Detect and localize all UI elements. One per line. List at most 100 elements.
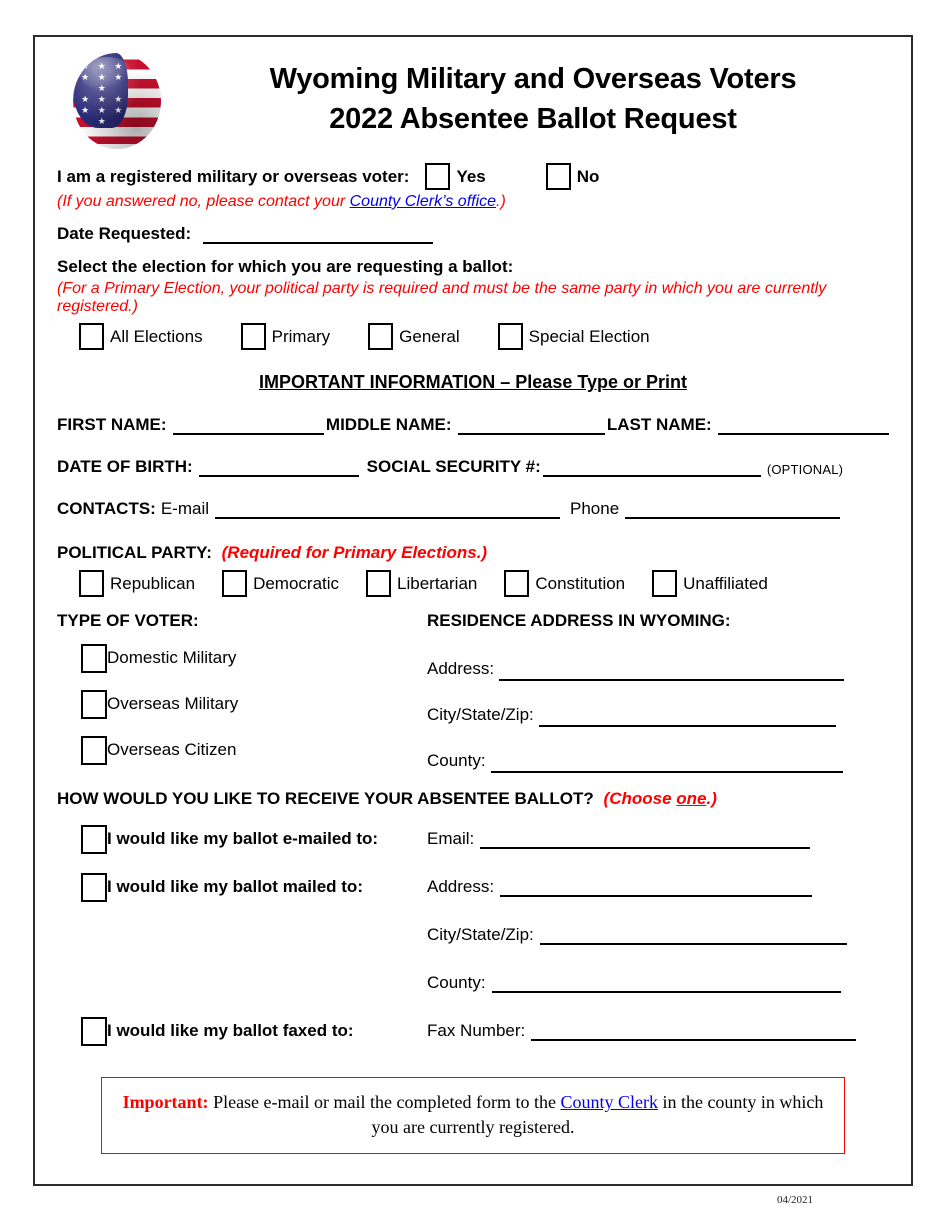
checkbox-libertarian[interactable] xyxy=(366,570,392,597)
checkbox-democratic[interactable] xyxy=(222,570,248,597)
label-all-elections: All Elections xyxy=(110,326,203,346)
delivery-mail-county-input[interactable] xyxy=(491,977,841,993)
checkbox-constitution[interactable] xyxy=(504,570,530,597)
delivery-row-email[interactable]: I would like my ballot e-mailed to: Emai… xyxy=(57,815,889,863)
election-option-special[interactable]: Special Election xyxy=(497,323,650,350)
party-option-democratic[interactable]: Democratic xyxy=(222,570,339,597)
delivery-row-mail[interactable]: I would like my ballot mailed to: Addres… xyxy=(57,863,889,911)
last-name-label: LAST NAME: xyxy=(606,415,712,434)
delivery-note-suffix: .) xyxy=(706,789,717,808)
checkbox-overseas-citizen[interactable] xyxy=(81,735,107,765)
county-clerk-link[interactable]: County Clerk xyxy=(560,1092,658,1112)
middle-name-input[interactable] xyxy=(457,419,605,435)
residence-county-label: County: xyxy=(427,751,486,770)
election-option-all[interactable]: All Elections xyxy=(79,323,203,350)
note-suffix: .) xyxy=(496,193,506,210)
checkbox-domestic-military[interactable] xyxy=(81,643,107,673)
contacts-label: CONTACTS: xyxy=(57,499,156,518)
ssn-input[interactable] xyxy=(542,461,761,477)
ssn-optional-note: (OPTIONAL) xyxy=(766,462,844,477)
form-body: I am a registered military or overseas v… xyxy=(35,163,911,1154)
delivery-mail-address-input[interactable] xyxy=(500,881,813,897)
delivery-heading-row: HOW WOULD YOU LIKE TO RECEIVE YOUR ABSEN… xyxy=(57,789,889,809)
voter-type-row-domestic-military[interactable]: Domestic Military xyxy=(57,635,427,681)
checkbox-unaffiliated[interactable] xyxy=(652,570,678,597)
checkbox-special-election[interactable] xyxy=(497,323,523,350)
political-party-label: POLITICAL PARTY: xyxy=(57,543,212,562)
delivery-email-label: Email: xyxy=(427,829,475,848)
voter-type-row-overseas-citizen[interactable]: Overseas Citizen xyxy=(57,727,427,773)
registered-voter-note: (If you answered no, please contact your… xyxy=(57,193,889,211)
checkbox-overseas-military[interactable] xyxy=(81,689,107,719)
checkbox-registered-yes[interactable] xyxy=(425,163,451,190)
contacts-row: CONTACTS: E-mail Phone xyxy=(57,499,889,519)
note-prefix: (If you answered no, please contact your xyxy=(57,193,350,210)
dob-input[interactable] xyxy=(198,461,359,477)
date-requested-colon: : xyxy=(185,224,192,243)
delivery-row-mail-county: County: xyxy=(57,959,889,1007)
party-option-libertarian[interactable]: Libertarian xyxy=(366,570,477,597)
label-ballot-mailed: I would like my ballot mailed to: xyxy=(107,877,363,896)
usa-flag-sphere-icon: ★ ★ ★★ ★ ★ ★★ ★ ★★ ★ ★ ★★ ★ ★★ ★ ★ ★★ ★ … xyxy=(73,53,161,149)
logo-container: ★ ★ ★★ ★ ★ ★★ ★ ★★ ★ ★ ★★ ★ ★★ ★ ★ ★★ ★ … xyxy=(57,49,177,149)
residence-county-row: County: xyxy=(427,727,889,773)
checkbox-general[interactable] xyxy=(368,323,394,350)
first-name-label: FIRST NAME: xyxy=(57,415,167,434)
political-party-options: Republican Democratic Libertarian Consti… xyxy=(57,570,889,597)
date-requested-row: Date Requested: xyxy=(57,224,889,244)
delivery-mail-citystatezip-label: City/State/Zip: xyxy=(427,925,534,944)
last-name-input[interactable] xyxy=(717,419,889,435)
residence-citystatezip-input[interactable] xyxy=(538,711,836,727)
county-clerk-office-link[interactable]: County Clerk’s office xyxy=(350,193,496,210)
revision-date: 04/2021 xyxy=(776,1194,814,1206)
residence-address-input[interactable] xyxy=(499,665,845,681)
registered-voter-question-row: I am a registered military or overseas v… xyxy=(57,163,889,190)
registered-voter-question: I am a registered military or overseas v… xyxy=(57,166,410,186)
important-notice-text-before: Please e-mail or mail the completed form… xyxy=(208,1092,561,1112)
email-input[interactable] xyxy=(215,503,561,519)
checkbox-registered-no[interactable] xyxy=(545,163,571,190)
residence-citystatezip-row: City/State/Zip: xyxy=(427,681,889,727)
label-libertarian: Libertarian xyxy=(397,573,478,593)
checkbox-republican[interactable] xyxy=(79,570,104,597)
delivery-mail-citystatezip-input[interactable] xyxy=(539,929,847,945)
delivery-row-fax[interactable]: I would like my ballot faxed to: Fax Num… xyxy=(57,1007,889,1055)
checkbox-all-elections[interactable] xyxy=(79,323,104,350)
election-section: Select the election for which you are re… xyxy=(57,257,889,350)
delivery-note: (Choose one.) xyxy=(604,789,717,808)
label-primary: Primary xyxy=(271,326,331,346)
party-option-republican[interactable]: Republican xyxy=(79,570,195,597)
delivery-mail-address-field: Address: xyxy=(427,877,813,897)
checkbox-ballot-faxed[interactable] xyxy=(81,1016,107,1046)
delivery-fax-input[interactable] xyxy=(531,1025,857,1041)
label-overseas-citizen: Overseas Citizen xyxy=(107,740,237,759)
delivery-heading: HOW WOULD YOU LIKE TO RECEIVE YOUR ABSEN… xyxy=(57,789,594,808)
delivery-fax-label: Fax Number: xyxy=(427,1021,526,1040)
residence-county-input[interactable] xyxy=(490,757,843,773)
election-option-primary[interactable]: Primary xyxy=(240,323,331,350)
election-option-general[interactable]: General xyxy=(368,323,460,350)
party-option-constitution[interactable]: Constitution xyxy=(504,570,625,597)
delivery-email-input[interactable] xyxy=(480,833,811,849)
checkbox-ballot-mailed[interactable] xyxy=(81,872,107,902)
label-ballot-faxed: I would like my ballot faxed to: xyxy=(107,1021,354,1040)
label-overseas-military: Overseas Military xyxy=(107,694,239,713)
important-information-heading-row: IMPORTANT INFORMATION – Please Type or P… xyxy=(57,372,889,393)
voter-type-row-overseas-military[interactable]: Overseas Military xyxy=(57,681,427,727)
phone-input[interactable] xyxy=(625,503,841,519)
delivery-mail-address-label: Address: xyxy=(427,877,495,896)
party-option-unaffiliated[interactable]: Unaffiliated xyxy=(652,570,768,597)
first-name-input[interactable] xyxy=(172,419,324,435)
label-general: General xyxy=(399,326,460,346)
date-requested-input[interactable] xyxy=(202,228,433,244)
residence-citystatezip-label: City/State/Zip: xyxy=(427,705,534,724)
page-title: Wyoming Military and Overseas Voters 202… xyxy=(177,49,889,139)
label-ballot-emailed: I would like my ballot e-mailed to: xyxy=(107,829,379,848)
date-requested-label: Date Requested xyxy=(57,224,186,243)
voter-type-heading: TYPE OF VOTER: xyxy=(57,611,199,630)
checkbox-primary[interactable] xyxy=(240,323,266,350)
form-page: ★ ★ ★★ ★ ★ ★★ ★ ★★ ★ ★ ★★ ★ ★★ ★ ★ ★★ ★ … xyxy=(33,35,913,1186)
checkbox-ballot-emailed[interactable] xyxy=(81,824,107,854)
title-line-1: Wyoming Military and Overseas Voters xyxy=(269,63,797,95)
title-line-2: 2022 Absentee Ballot Request xyxy=(329,103,737,135)
